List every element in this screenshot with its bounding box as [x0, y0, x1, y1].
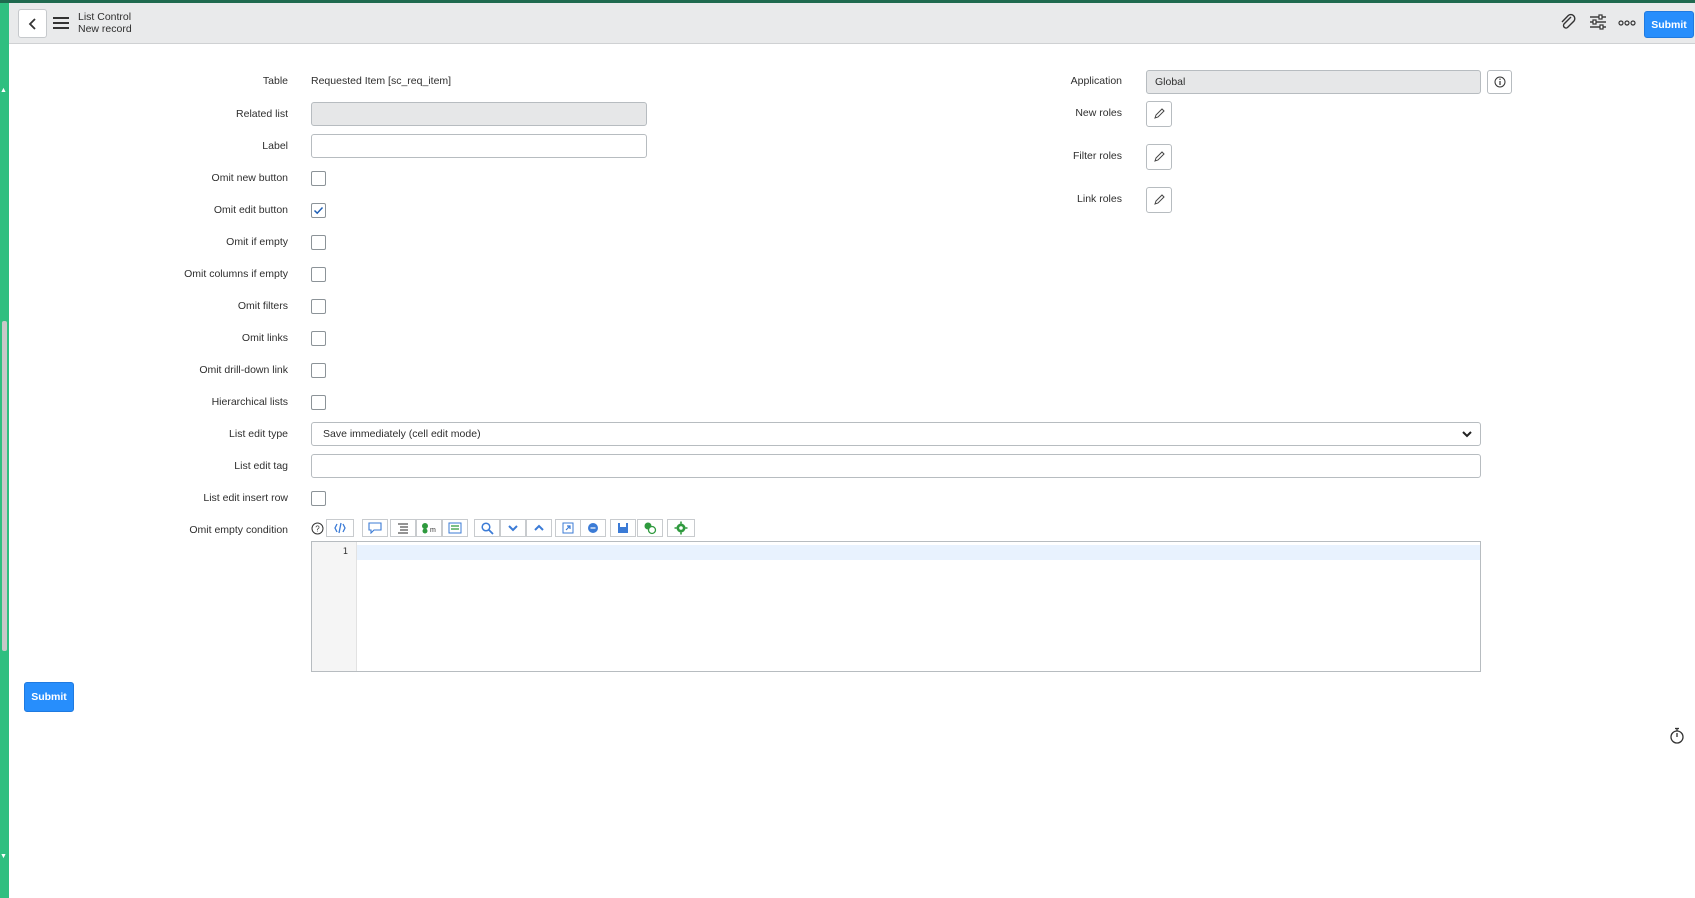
related-list-label: Related list [236, 108, 288, 120]
scroll-down-arrow-icon[interactable]: ▼ [0, 853, 7, 860]
toggle-syntax-editor-button[interactable] [326, 519, 354, 537]
new-roles-label: New roles [1075, 107, 1122, 119]
omit-links-checkbox[interactable] [311, 331, 326, 346]
list-edit-insert-row-checkbox[interactable] [311, 491, 326, 506]
omit-edit-button-label: Omit edit button [213, 204, 288, 216]
omit-if-empty-label: Omit if empty [226, 236, 288, 248]
hierarchical-lists-checkbox[interactable] [311, 395, 326, 410]
list-edit-tag-input[interactable] [311, 454, 1481, 478]
omit-filters-checkbox[interactable] [311, 299, 326, 314]
line-number: 1 [342, 547, 348, 557]
omit-edit-button-checkbox[interactable] [311, 203, 326, 218]
search-button[interactable] [474, 519, 500, 537]
omit-drill-down-link-label: Omit drill-down link [199, 364, 288, 376]
more-options-icon[interactable] [1618, 19, 1636, 27]
form-header: List Control New record Submit [9, 3, 1695, 44]
vertical-scrollbar[interactable] [2, 321, 7, 651]
application-label: Application [1070, 75, 1122, 87]
list-edit-type-label: List edit type [229, 428, 288, 440]
omit-new-button-checkbox[interactable] [311, 171, 326, 186]
script-debugger-button[interactable] [637, 519, 663, 537]
syntax-toggle-icon [334, 522, 346, 534]
hierarchical-lists-label: Hierarchical lists [211, 396, 288, 408]
list-edit-insert-row-label: List edit insert row [203, 492, 288, 504]
hamburger-menu-icon[interactable] [53, 17, 69, 29]
svg-text:m: m [430, 527, 436, 534]
omit-links-label: Omit links [241, 332, 288, 344]
comment-icon [368, 522, 382, 534]
editor-active-line[interactable] [357, 545, 1480, 560]
omit-drill-down-link-checkbox[interactable] [311, 363, 326, 378]
svg-text:?: ? [315, 525, 320, 534]
script-macros-button[interactable] [442, 519, 468, 537]
page-title: List Control [78, 11, 132, 23]
application-info-button[interactable] [1487, 70, 1512, 94]
search-icon [480, 521, 494, 535]
list-edit-tag-label: List edit tag [234, 460, 288, 472]
chevron-down-icon [1462, 431, 1472, 438]
omit-empty-condition-label: Omit empty condition [189, 524, 288, 536]
back-button[interactable] [18, 9, 47, 38]
checkmark-icon [313, 206, 324, 215]
link-roles-label: Link roles [1077, 193, 1122, 205]
edit-new-roles-button[interactable] [1146, 101, 1172, 127]
comment-button[interactable] [362, 519, 388, 537]
list-edit-type-value: Save immediately (cell edit mode) [323, 428, 481, 440]
edit-filter-roles-button[interactable] [1146, 144, 1172, 170]
paperclip-icon[interactable] [1559, 13, 1577, 31]
script-editor[interactable]: 1 [311, 541, 1481, 672]
omit-new-button-label: Omit new button [211, 172, 288, 184]
list-edit-type-select[interactable]: Save immediately (cell edit mode) [311, 422, 1481, 446]
macros-icon [448, 522, 462, 534]
save-button[interactable] [610, 519, 636, 537]
info-icon [1494, 76, 1505, 88]
replace-icon [562, 522, 574, 534]
save-icon [618, 523, 628, 533]
left-frame-strip: ▲ ▼ [0, 3, 9, 898]
script-add-icon: m [422, 523, 436, 534]
pencil-icon [1154, 108, 1165, 119]
table-value: Requested Item [sc_req_item] [311, 75, 452, 87]
table-label: Table [262, 75, 288, 87]
insert-script-button[interactable]: m [416, 519, 442, 537]
application-value: Global [1155, 76, 1186, 88]
omit-filters-label: Omit filters [237, 300, 288, 312]
pencil-icon [1154, 151, 1165, 162]
debugger-icon [644, 522, 657, 535]
stopwatch-icon[interactable] [1669, 727, 1685, 744]
replace-all-icon [588, 523, 598, 533]
chevron-down-icon [508, 525, 518, 532]
bottom-submit-button[interactable]: Submit [24, 682, 74, 712]
pencil-icon [1154, 194, 1165, 205]
replace-all-button[interactable] [580, 519, 606, 537]
label-input[interactable] [311, 134, 647, 158]
find-previous-button[interactable] [526, 519, 552, 537]
find-next-button[interactable] [500, 519, 526, 537]
filter-roles-label: Filter roles [1072, 150, 1122, 162]
editor-gutter: 1 [312, 542, 357, 671]
page-subtitle: New record [78, 23, 132, 35]
replace-button[interactable] [555, 519, 581, 537]
related-list-field[interactable] [311, 102, 647, 126]
chevron-up-icon [534, 524, 544, 531]
header-submit-button[interactable]: Submit [1644, 11, 1694, 38]
omit-columns-if-empty-checkbox[interactable] [311, 267, 326, 282]
help-icon[interactable]: ? [311, 522, 324, 535]
header-title-block: List Control New record [78, 11, 132, 35]
format-icon [398, 523, 408, 534]
gear-icon [674, 521, 688, 535]
application-field[interactable]: Global [1146, 70, 1481, 94]
format-code-button[interactable] [390, 519, 416, 537]
omit-if-empty-checkbox[interactable] [311, 235, 326, 250]
omit-columns-if-empty-label: Omit columns if empty [184, 268, 288, 280]
label-field-label: Label [262, 140, 288, 152]
edit-link-roles-button[interactable] [1146, 187, 1172, 213]
sliders-icon[interactable] [1589, 13, 1607, 31]
settings-button[interactable] [667, 519, 695, 537]
scroll-up-arrow-icon[interactable]: ▲ [0, 87, 7, 94]
chevron-left-icon [28, 17, 36, 30]
